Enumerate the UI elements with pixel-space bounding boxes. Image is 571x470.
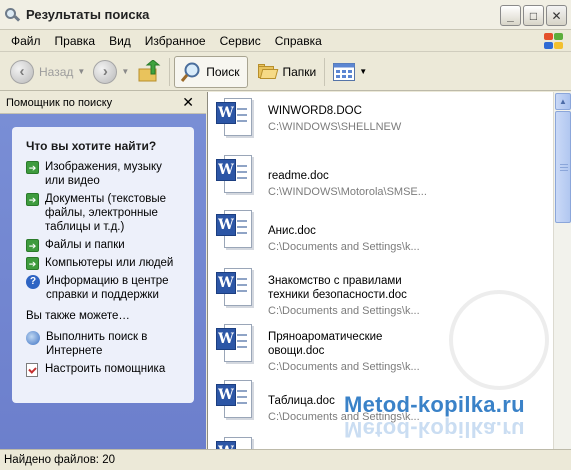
- list-item[interactable]: W Анис.doc C:\Documents and Settings\k...: [214, 210, 420, 254]
- option-label: Файлы и папки: [45, 239, 125, 251]
- file-name: Знакомство с правилами техники безопасно…: [268, 275, 407, 301]
- title-bar: Результаты поиска _ □ ✕: [0, 0, 571, 30]
- file-path: C:\Documents and Settings\k...: [268, 361, 420, 373]
- word-document-icon: W: [214, 380, 258, 422]
- window-controls: _ □ ✕: [500, 5, 567, 26]
- search-window-icon: [4, 7, 21, 23]
- vertical-scrollbar[interactable]: ▲: [553, 92, 571, 449]
- search-companion-pane: Помощник по поиску ✕ Что вы хотите найти…: [0, 92, 206, 449]
- word-document-icon: W: [214, 98, 258, 140]
- search-question: Что вы хотите найти?: [26, 139, 157, 153]
- views-grid-icon: [333, 62, 356, 81]
- list-item[interactable]: W WINWORD8.DOC C:\WINDOWS\SHELLNEW: [214, 98, 401, 140]
- search-companion-title: Помощник по поиску: [6, 96, 113, 109]
- option-label: Информацию в центре справки и поддержки: [46, 275, 169, 301]
- search-button[interactable]: Поиск: [174, 55, 248, 88]
- chevron-down-icon[interactable]: ▼: [121, 67, 129, 76]
- option-label: Настроить помощника: [45, 363, 166, 375]
- help-icon: ?: [26, 275, 40, 289]
- option-computers-people[interactable]: ➔ Компьютеры или людей: [26, 256, 184, 270]
- scroll-thumb[interactable]: [555, 111, 571, 223]
- file-name: readme.doc: [268, 170, 329, 182]
- folder-icon: [257, 64, 278, 79]
- list-item[interactable]: W Пряноароматические овощи.doc C:\Documen…: [214, 324, 420, 374]
- windows-logo-icon: [543, 32, 565, 50]
- watermark-text: Metod-kopilka.ru: [344, 392, 525, 417]
- list-item[interactable]: W: [214, 437, 268, 449]
- file-name: WINWORD8.DOC: [268, 105, 362, 117]
- list-item[interactable]: W readme.doc C:\WINDOWS\Motorola\SMSE...: [214, 155, 427, 199]
- file-name: Анис.doc: [268, 225, 316, 237]
- globe-search-icon: [26, 331, 40, 345]
- word-document-icon: W: [214, 268, 258, 310]
- watermark-magnifier-icon: [449, 290, 549, 390]
- option-files-folders[interactable]: ➔ Файлы и папки: [26, 238, 184, 252]
- option-documents[interactable]: ➔ Документы (текстовые файлы, электронны…: [26, 192, 184, 234]
- minimize-button[interactable]: _: [500, 5, 521, 26]
- magnifier-icon: [181, 62, 200, 82]
- back-label: Назад: [39, 64, 74, 79]
- chevron-down-icon[interactable]: ▼: [359, 67, 367, 76]
- close-pane-button[interactable]: ✕: [182, 94, 194, 111]
- folders-button[interactable]: Папки: [254, 56, 321, 88]
- option-label: Изображения, музыку или видео: [45, 161, 162, 187]
- file-path: C:\WINDOWS\SHELLNEW: [268, 121, 402, 133]
- window-title: Результаты поиска: [26, 7, 150, 22]
- menu-help[interactable]: Справка: [268, 34, 329, 48]
- green-arrow-icon: ➔: [26, 239, 39, 252]
- green-arrow-icon: ➔: [26, 257, 39, 270]
- green-arrow-icon: ➔: [26, 193, 39, 206]
- option-label: Компьютеры или людей: [45, 257, 174, 269]
- forward-arrow-icon: ›: [93, 59, 118, 84]
- maximize-button[interactable]: □: [523, 5, 544, 26]
- option-label: Документы (текстовые файлы, электронные …: [45, 193, 167, 233]
- folders-label: Папки: [282, 64, 317, 79]
- search-label: Поиск: [206, 64, 240, 79]
- menu-favorites[interactable]: Избранное: [138, 34, 213, 48]
- toolbar-separator: [324, 57, 326, 86]
- menu-edit[interactable]: Правка: [48, 34, 103, 48]
- option-media[interactable]: ➔ Изображения, музыку или видео: [26, 160, 184, 188]
- forward-button[interactable]: › ▼: [89, 56, 133, 88]
- list-item[interactable]: W Знакомство с правилами техники безопас…: [214, 268, 420, 318]
- back-arrow-icon: ‹: [10, 59, 34, 84]
- word-document-icon: W: [214, 210, 258, 252]
- file-path: C:\WINDOWS\Motorola\SMSE...: [268, 186, 427, 198]
- file-path: C:\Documents and Settings\k...: [268, 241, 420, 253]
- option-internet-search[interactable]: Выполнить поиск в Интернете: [26, 330, 184, 358]
- found-files-count: Найдено файлов: 20: [4, 454, 115, 466]
- file-path: C:\Documents and Settings\k...: [268, 305, 420, 317]
- status-bar: Найдено файлов: 20: [0, 449, 571, 470]
- up-folder-icon: [138, 59, 161, 81]
- toolbar: ‹ Назад ▼ › ▼ Поиск Папки ▼: [0, 53, 571, 91]
- back-button[interactable]: ‹ Назад ▼: [6, 56, 89, 88]
- option-customize-companion[interactable]: Настроить помощника: [26, 362, 184, 377]
- views-button[interactable]: ▼: [329, 56, 371, 88]
- watermark-reflection: Metod-kopilka.ru: [344, 417, 525, 442]
- word-document-icon: W: [214, 324, 258, 366]
- close-button[interactable]: ✕: [546, 5, 567, 26]
- menu-tools[interactable]: Сервис: [213, 34, 268, 48]
- option-label: Выполнить поиск в Интернете: [46, 331, 148, 357]
- scroll-up-button[interactable]: ▲: [555, 93, 571, 110]
- green-arrow-icon: ➔: [26, 161, 39, 174]
- also-heading: Вы также можете…: [26, 310, 130, 322]
- menu-view[interactable]: Вид: [102, 34, 138, 48]
- menu-bar: Файл Правка Вид Избранное Сервис Справка: [0, 30, 571, 52]
- toolbar-separator: [169, 57, 171, 86]
- option-help-center[interactable]: ? Информацию в центре справки и поддержк…: [26, 274, 184, 302]
- menu-file[interactable]: Файл: [4, 34, 48, 48]
- word-document-icon: W: [214, 437, 258, 449]
- up-folder-button[interactable]: [133, 56, 165, 88]
- search-companion-header: Помощник по поиску ✕: [0, 92, 206, 114]
- checklist-icon: [26, 363, 38, 377]
- chevron-down-icon[interactable]: ▼: [77, 67, 85, 76]
- file-name: Пряноароматические овощи.doc: [268, 331, 383, 357]
- search-options-card: Что вы хотите найти? ➔ Изображения, музы…: [12, 127, 194, 403]
- word-document-icon: W: [214, 155, 258, 197]
